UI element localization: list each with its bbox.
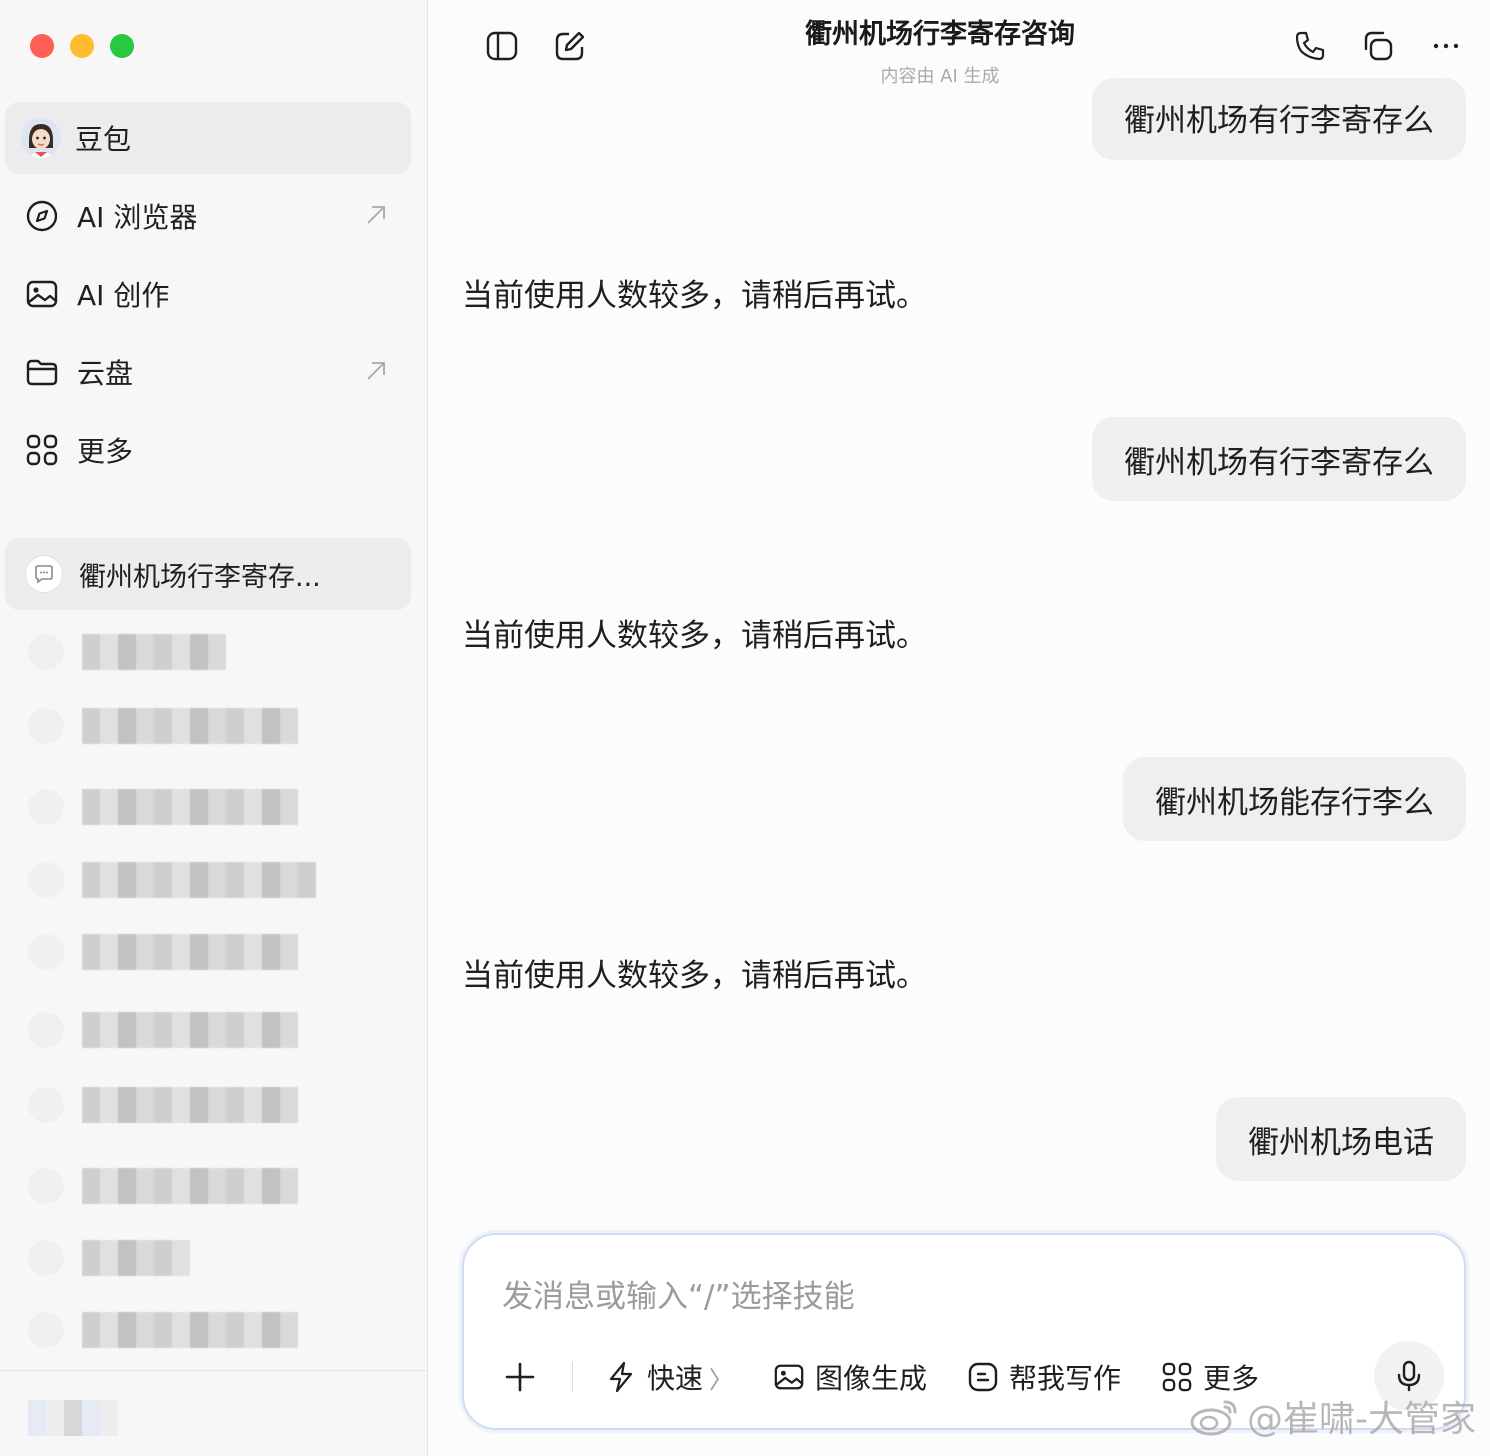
composer-toolbar: 快速 〉 图像生成 帮我写作 更多: [502, 1357, 1299, 1397]
microphone-icon: [1397, 1360, 1421, 1392]
message-text: 衢州机场能存行李么: [1155, 784, 1434, 821]
message-text: 当前使用人数较多，请稍后再试。: [462, 618, 927, 654]
user-profile-redacted[interactable]: [28, 1400, 118, 1436]
conversation-item-redacted[interactable]: [28, 789, 298, 825]
assistant-message: 当前使用人数较多，请稍后再试。: [462, 950, 927, 995]
sidebar-divider: [0, 1370, 428, 1371]
conversation-item-redacted[interactable]: [28, 1012, 298, 1048]
assistant-message: 当前使用人数较多，请稍后再试。: [462, 270, 927, 315]
sidebar-nav: 豆包 AI 浏览器 AI 创作 云盘 更多: [5, 102, 411, 492]
compass-icon: [25, 199, 59, 233]
conversation-item-redacted[interactable]: [28, 1168, 298, 1204]
sidebar: 豆包 AI 浏览器 AI 创作 云盘 更多 衢州机场行李寄存...: [0, 0, 428, 1456]
image-icon: [773, 1361, 805, 1393]
sidebar-item-label: 更多: [77, 435, 134, 468]
conversation-item-redacted[interactable]: [28, 1312, 298, 1348]
chat-bubble-icon: [25, 555, 63, 593]
sidebar-item-label: 云盘: [77, 357, 134, 390]
minimize-window-button[interactable]: [70, 34, 94, 58]
sidebar-item-more[interactable]: 更多: [5, 414, 411, 486]
more-options-icon[interactable]: [1426, 26, 1466, 66]
sidebar-item-label: AI 创作: [77, 279, 170, 312]
message-text: 当前使用人数较多，请稍后再试。: [462, 278, 927, 314]
sidebar-item-doubao[interactable]: 豆包: [5, 102, 411, 174]
tool-label: 图像生成: [815, 1362, 928, 1395]
phone-call-button[interactable]: [1290, 26, 1330, 66]
image-generation-button[interactable]: 图像生成: [773, 1357, 927, 1397]
grid-icon: [25, 433, 59, 467]
user-message: 衢州机场有行李寄存么: [1092, 417, 1466, 501]
message-input[interactable]: 发消息或输入“/”选择技能: [502, 1271, 855, 1316]
assistant-message: 当前使用人数较多，请稍后再试。: [462, 610, 927, 655]
grid-icon: [1161, 1361, 1193, 1393]
message-text: 衢州机场有行李寄存么: [1124, 444, 1434, 481]
conversation-item-redacted[interactable]: [28, 708, 298, 744]
conversation-item-active[interactable]: 衢州机场行李寄存...: [5, 538, 411, 610]
sidebar-item-ai-create[interactable]: AI 创作: [5, 258, 411, 330]
conversation-item-redacted[interactable]: [28, 1087, 298, 1123]
close-window-button[interactable]: [30, 34, 54, 58]
tool-label: 帮我写作: [1009, 1362, 1122, 1395]
conversation-item-redacted[interactable]: [28, 862, 316, 898]
add-attachment-button[interactable]: [502, 1359, 538, 1395]
doubao-avatar: [21, 118, 61, 158]
share-window-button[interactable]: [1358, 26, 1398, 66]
conversation-title: 衢州机场行李寄存...: [79, 561, 321, 593]
chevron-right-icon: 〉: [709, 1365, 734, 1394]
watermark: @崔啸-大管家: [1189, 1390, 1476, 1442]
document-icon: [967, 1361, 999, 1393]
weibo-logo-icon: [1190, 1400, 1237, 1436]
fast-mode-button[interactable]: 快速 〉: [605, 1357, 733, 1397]
watermark-text: @崔啸-大管家: [1247, 1399, 1476, 1440]
toolbar-divider: [572, 1362, 573, 1392]
message-text: 衢州机场有行李寄存么: [1124, 103, 1434, 139]
sidebar-item-cloud-drive[interactable]: 云盘: [5, 336, 411, 408]
external-link-icon: [363, 358, 389, 384]
tool-label: 快速: [647, 1362, 704, 1395]
zoom-window-button[interactable]: [110, 34, 134, 58]
folder-icon: [25, 355, 59, 389]
sidebar-item-label: 豆包: [75, 123, 132, 156]
conversation-item-redacted[interactable]: [28, 634, 226, 670]
user-message: 衢州机场能存行李么: [1123, 757, 1466, 841]
window-controls: [30, 34, 134, 58]
writing-assistant-button[interactable]: 帮我写作: [967, 1357, 1121, 1397]
sidebar-item-ai-browser[interactable]: AI 浏览器: [5, 180, 411, 252]
conversation-item-redacted[interactable]: [28, 934, 298, 970]
sidebar-item-label: AI 浏览器: [77, 201, 198, 234]
image-icon: [25, 277, 59, 311]
user-message: 衢州机场电话: [1216, 1097, 1466, 1181]
message-text: 当前使用人数较多，请稍后再试。: [462, 958, 927, 994]
external-link-icon: [363, 202, 389, 228]
lightning-icon: [605, 1361, 637, 1393]
conversation-item-redacted[interactable]: [28, 1240, 190, 1276]
message-text: 衢州机场电话: [1248, 1124, 1434, 1161]
user-message: 衢州机场有行李寄存么: [1092, 78, 1466, 160]
